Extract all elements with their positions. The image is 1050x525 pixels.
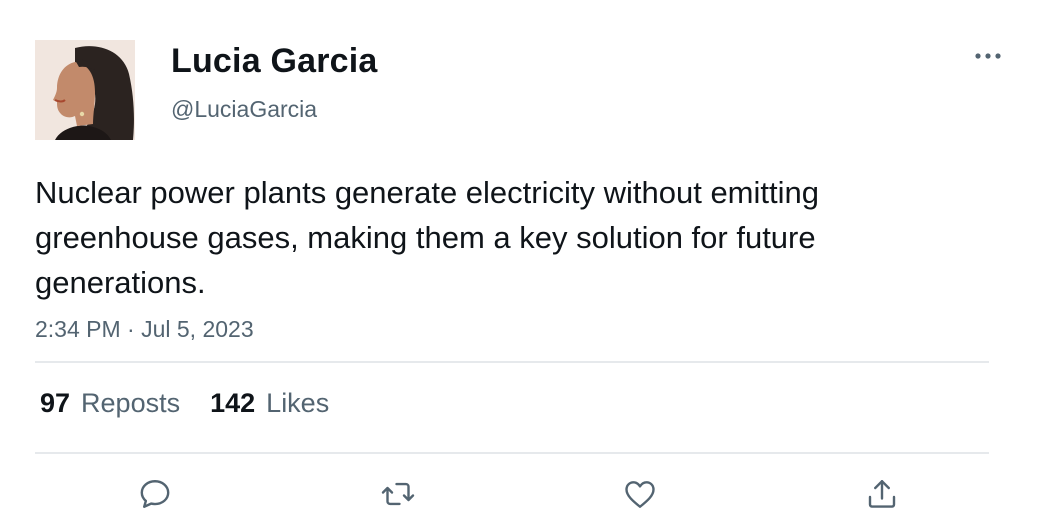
avatar-image <box>35 40 135 140</box>
tweet-text: Nuclear power plants generate electricit… <box>35 175 819 300</box>
likes-label: Likes <box>266 388 330 418</box>
reposts-label: Reposts <box>81 388 181 418</box>
more-button[interactable] <box>968 44 1008 68</box>
author-name[interactable]: Lucia Garcia <box>171 42 378 81</box>
reply-icon <box>140 480 170 508</box>
like-button[interactable] <box>618 472 662 516</box>
divider <box>35 452 989 454</box>
tweet-timestamp[interactable]: 2:34 PM · Jul 5, 2023 <box>35 316 254 343</box>
share-icon <box>868 480 896 508</box>
likes-count: 142 <box>210 388 256 418</box>
action-bar <box>0 472 1050 522</box>
repost-button[interactable] <box>376 472 420 516</box>
likes-stat[interactable]: 142 Likes <box>210 388 329 419</box>
author-handle[interactable]: @LuciaGarcia <box>171 96 317 123</box>
reposts-stat[interactable]: 97 Reposts <box>40 388 180 419</box>
divider <box>35 361 989 363</box>
reply-button[interactable] <box>133 472 177 516</box>
heart-icon <box>625 481 655 508</box>
tweet-card: Lucia Garcia @LuciaGarcia Nuclear power … <box>0 0 1050 525</box>
repost-icon <box>381 482 415 506</box>
share-button[interactable] <box>860 472 904 516</box>
more-horizontal-icon <box>975 53 1001 59</box>
avatar[interactable] <box>35 40 135 140</box>
engagement-stats: 97 Reposts 142 Likes <box>40 388 329 419</box>
reposts-count: 97 <box>40 388 71 418</box>
